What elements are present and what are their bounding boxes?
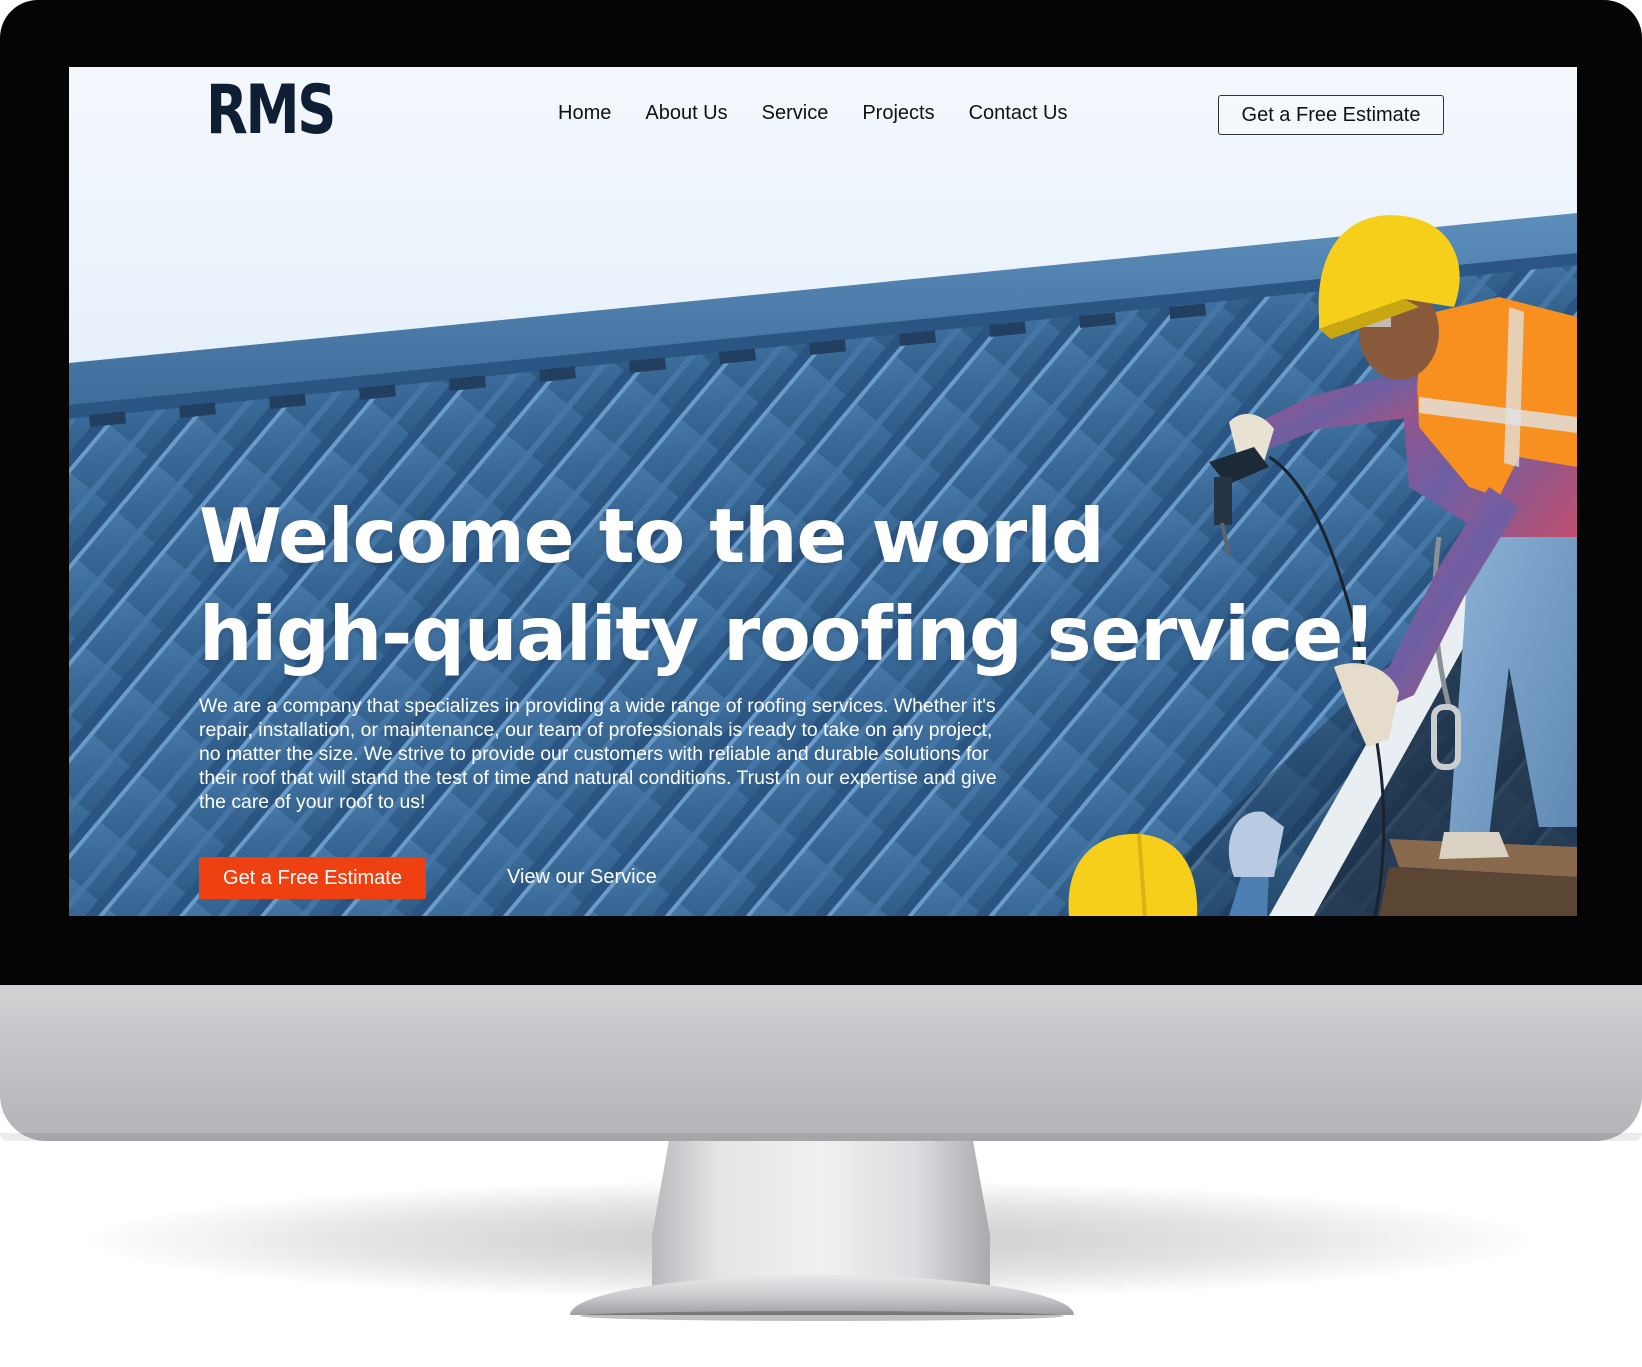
hero-free-estimate-button[interactable]: Get a Free Estimate [199, 857, 426, 899]
nav-free-estimate-button[interactable]: Get a Free Estimate [1218, 95, 1444, 135]
hero-description: We are a company that specializes in pro… [199, 695, 997, 813]
hero-title-line-2: high-quality roofing service! [199, 590, 1376, 678]
view-service-link[interactable]: View our Service [507, 866, 657, 889]
hero-title: Welcome to the world high-quality roofin… [199, 487, 1399, 683]
monitor-chin [0, 983, 1642, 1141]
nav-link-service[interactable]: Service [762, 102, 829, 125]
top-navigation: RMS Home About Us Service Projects Conta… [69, 67, 1577, 167]
nav-link-home[interactable]: Home [558, 102, 611, 125]
nav-link-contact-us[interactable]: Contact Us [969, 102, 1068, 125]
site-logo[interactable]: RMS [206, 77, 336, 145]
nav-link-projects[interactable]: Projects [862, 102, 934, 125]
website-screen: RMS Home About Us Service Projects Conta… [69, 67, 1577, 916]
hero-title-line-1: Welcome to the world [199, 492, 1105, 580]
nav-links: Home About Us Service Projects Contact U… [558, 102, 1068, 125]
nav-link-about-us[interactable]: About Us [645, 102, 727, 125]
